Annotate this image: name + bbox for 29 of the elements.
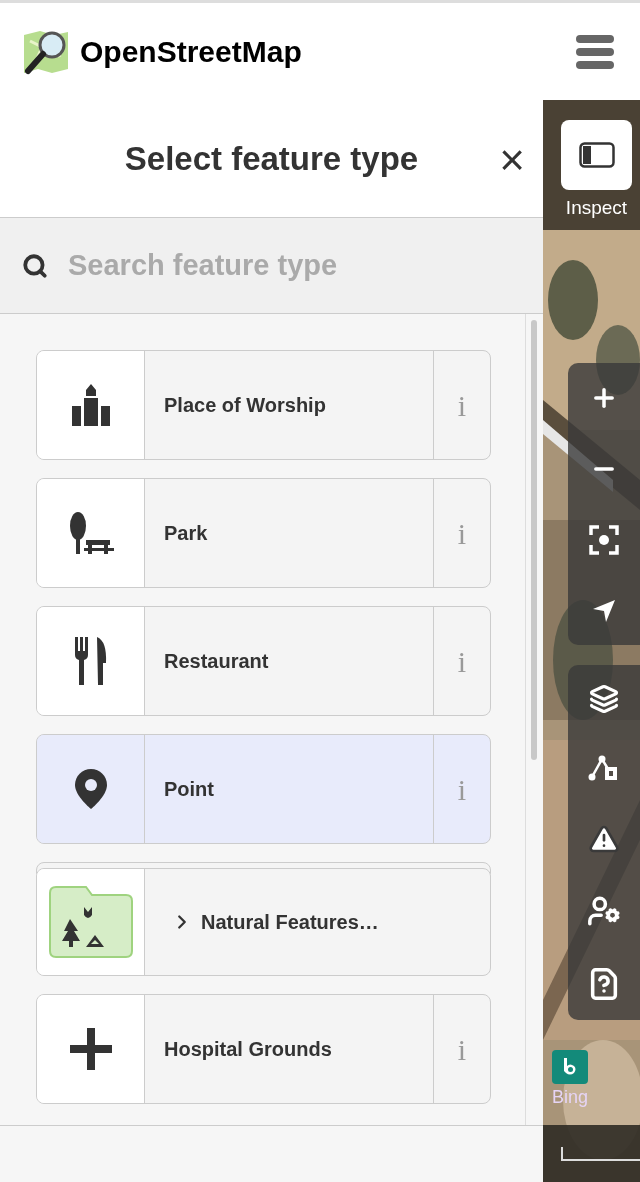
map-pin-icon	[73, 768, 108, 810]
close-button[interactable]: ×	[499, 138, 525, 182]
preset-button[interactable]: Place of Worship	[37, 351, 433, 459]
imagery-badge[interactable]	[552, 1050, 588, 1084]
category-row[interactable]: Natural Features…	[36, 868, 491, 976]
preset-button[interactable]: Hospital Grounds	[37, 995, 433, 1103]
preset-button[interactable]: Park	[37, 479, 433, 587]
fork-knife-icon	[72, 635, 109, 687]
category-label: Natural Features…	[201, 910, 379, 935]
search-icon	[22, 252, 48, 279]
scrollbar-thumb[interactable]	[530, 320, 537, 760]
preset-button[interactable]: Restaurant	[37, 607, 433, 715]
folder-nature-icon	[47, 885, 134, 959]
focus-icon[interactable]	[589, 525, 619, 556]
location-arrow-icon[interactable]	[591, 597, 617, 624]
inspect-label: Inspect	[565, 196, 628, 220]
bing-logo-icon	[562, 1057, 578, 1077]
brand-name: OpenStreetMap	[80, 34, 302, 70]
search-input[interactable]: Search feature type	[68, 243, 468, 288]
sidebar-toggle-icon	[578, 142, 615, 168]
search-field[interactable]: Search feature type	[0, 218, 543, 314]
imagery-label: Bing	[552, 1086, 589, 1109]
plus-icon	[67, 1026, 114, 1072]
layers-icon[interactable]	[589, 684, 619, 715]
preset-button[interactable]: Point	[37, 735, 433, 843]
panel-title: Select feature type	[124, 138, 419, 179]
menu-button[interactable]	[576, 33, 614, 70]
scale-bar-icon	[561, 1147, 640, 1161]
inspect-button[interactable]	[561, 120, 632, 190]
